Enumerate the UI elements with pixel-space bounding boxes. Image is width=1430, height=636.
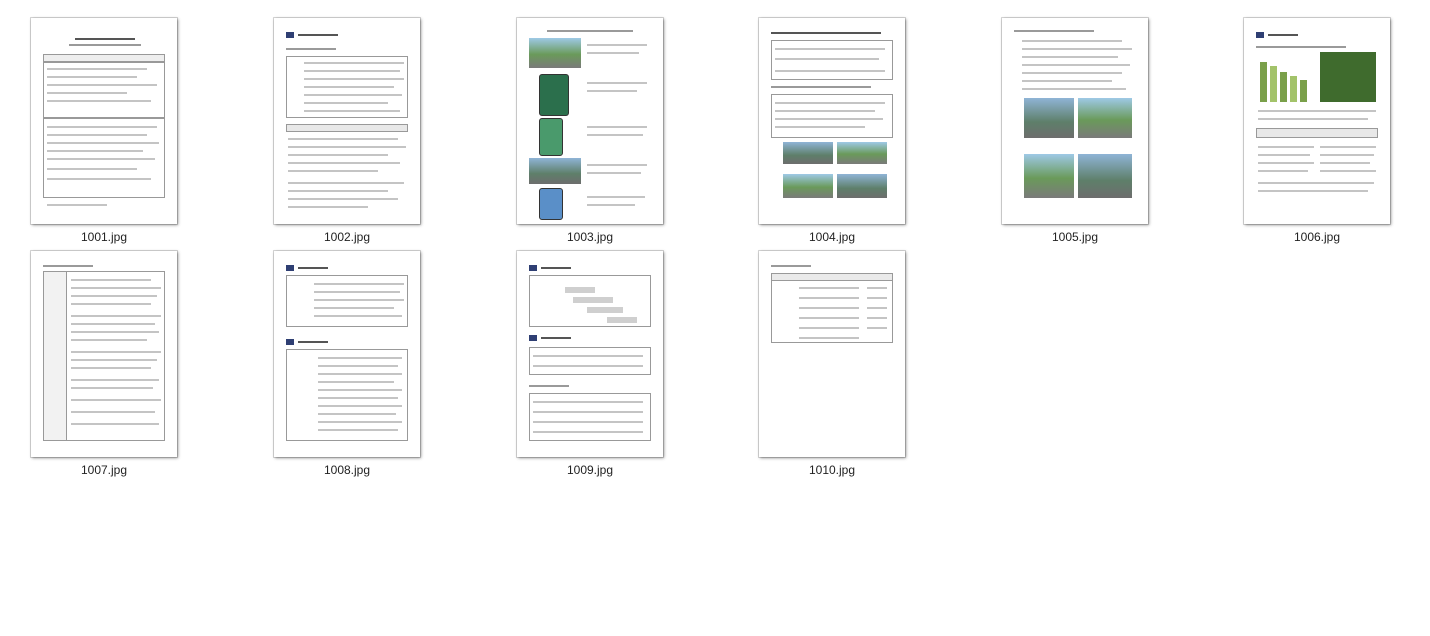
document-thumbnail-icon [31,18,177,224]
file-name: 1001.jpg [80,230,128,244]
file-name: 1002.jpg [323,230,371,244]
file-name: 1004.jpg [808,230,856,244]
file-item-1003[interactable]: 1003.jpg [510,10,670,244]
document-thumbnail-icon [759,18,905,224]
file-name: 1003.jpg [566,230,614,244]
file-item-1005[interactable]: 1005.jpg [995,10,1155,244]
file-item-1007[interactable]: 1007.jpg [24,243,184,477]
file-name: 1009.jpg [566,463,614,477]
file-name: 1007.jpg [80,463,128,477]
file-item-1002[interactable]: 1002.jpg [267,10,427,244]
file-item-1001[interactable]: 1001.jpg [24,10,184,244]
file-item-1010[interactable]: 1010.jpg [752,243,912,477]
document-thumbnail-icon [274,251,420,457]
document-thumbnail-icon [517,18,663,224]
document-thumbnail-icon [274,18,420,224]
document-thumbnail-icon [1002,18,1148,224]
document-thumbnail-icon [517,251,663,457]
file-name: 1010.jpg [808,463,856,477]
file-name: 1008.jpg [323,463,371,477]
file-item-1004[interactable]: 1004.jpg [752,10,912,244]
document-thumbnail-icon [1244,18,1390,224]
file-name: 1006.jpg [1293,230,1341,244]
document-thumbnail-icon [31,251,177,457]
file-grid: 1001.jpg 1002.jpg 1003.jpg 1004.jpg 1005… [0,0,1430,636]
file-item-1006[interactable]: 1006.jpg [1237,10,1397,244]
document-thumbnail-icon [759,251,905,457]
file-item-1008[interactable]: 1008.jpg [267,243,427,477]
file-name: 1005.jpg [1051,230,1099,244]
file-item-1009[interactable]: 1009.jpg [510,243,670,477]
